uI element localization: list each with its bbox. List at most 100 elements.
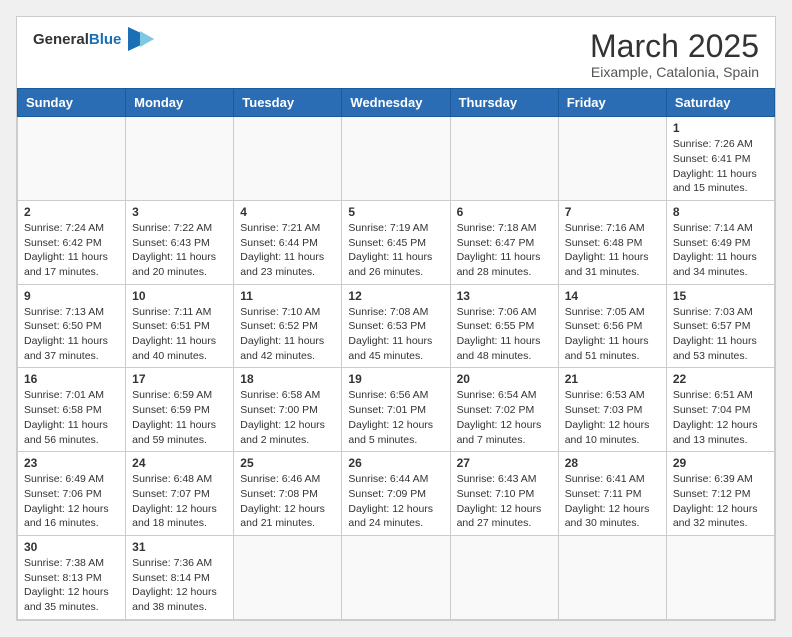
day-info: Sunrise: 7:01 AM Sunset: 6:58 PM Dayligh…: [24, 388, 119, 447]
day-info: Sunrise: 7:10 AM Sunset: 6:52 PM Dayligh…: [240, 305, 335, 364]
day-number: 29: [673, 456, 768, 470]
day-number: 11: [240, 289, 335, 303]
day-info: Sunrise: 7:36 AM Sunset: 8:14 PM Dayligh…: [132, 556, 227, 615]
day-info: Sunrise: 6:41 AM Sunset: 7:11 PM Dayligh…: [565, 472, 660, 531]
table-row: [234, 117, 342, 201]
table-row: [450, 117, 558, 201]
table-row: 2 Sunrise: 7:24 AM Sunset: 6:42 PM Daylig…: [18, 200, 126, 284]
day-info: Sunrise: 6:59 AM Sunset: 6:59 PM Dayligh…: [132, 388, 227, 447]
day-number: 12: [348, 289, 443, 303]
table-row: [450, 535, 558, 619]
day-number: 25: [240, 456, 335, 470]
day-number: 18: [240, 372, 335, 386]
page-header: GeneralBlue March 2025 Eixample, Catalon…: [17, 17, 775, 88]
day-number: 7: [565, 205, 660, 219]
day-number: 23: [24, 456, 119, 470]
day-number: 21: [565, 372, 660, 386]
table-row: [666, 535, 774, 619]
table-row: 9Sunrise: 7:13 AM Sunset: 6:50 PM Daylig…: [18, 284, 126, 368]
col-thursday: Thursday: [450, 89, 558, 117]
day-info: Sunrise: 6:53 AM Sunset: 7:03 PM Dayligh…: [565, 388, 660, 447]
day-number: 13: [457, 289, 552, 303]
table-row: [234, 535, 342, 619]
day-info: Sunrise: 6:56 AM Sunset: 7:01 PM Dayligh…: [348, 388, 443, 447]
day-number: 4: [240, 205, 335, 219]
day-info: Sunrise: 6:51 AM Sunset: 7:04 PM Dayligh…: [673, 388, 768, 447]
table-row: 26Sunrise: 6:44 AM Sunset: 7:09 PM Dayli…: [342, 452, 450, 536]
table-row: [558, 535, 666, 619]
col-saturday: Saturday: [666, 89, 774, 117]
col-sunday: Sunday: [18, 89, 126, 117]
calendar-table: Sunday Monday Tuesday Wednesday Thursday…: [17, 88, 775, 620]
calendar-page: GeneralBlue March 2025 Eixample, Catalon…: [16, 16, 776, 621]
day-number: 31: [132, 540, 227, 554]
day-number: 16: [24, 372, 119, 386]
table-row: 11 Sunrise: 7:10 AM Sunset: 6:52 PM Dayli…: [234, 284, 342, 368]
logo: GeneralBlue: [33, 29, 154, 51]
table-row: 15 Sunrise: 7:03 AM Sunset: 6:57 PM Dayli…: [666, 284, 774, 368]
table-row: 13Sunrise: 7:06 AM Sunset: 6:55 PM Dayli…: [450, 284, 558, 368]
table-row: [126, 117, 234, 201]
table-row: 14 Sunrise: 7:05 AM Sunset: 6:56 PM Dayli…: [558, 284, 666, 368]
day-info: Sunrise: 6:39 AM Sunset: 7:12 PM Dayligh…: [673, 472, 768, 531]
day-info: Sunrise: 7:16 AM Sunset: 6:48 PM Dayligh…: [565, 221, 660, 280]
table-row: [558, 117, 666, 201]
table-row: 10Sunrise: 7:11 AM Sunset: 6:51 PM Dayli…: [126, 284, 234, 368]
col-tuesday: Tuesday: [234, 89, 342, 117]
day-number: 17: [132, 372, 227, 386]
table-row: 5Sunrise: 7:19 AM Sunset: 6:45 PM Daylig…: [342, 200, 450, 284]
title-block: March 2025 Eixample, Catalonia, Spain: [590, 29, 759, 80]
day-number: 14: [565, 289, 660, 303]
table-row: 21 Sunrise: 6:53 AM Sunset: 7:03 PM Dayli…: [558, 368, 666, 452]
table-row: 3Sunrise: 7:22 AM Sunset: 6:43 PM Daylig…: [126, 200, 234, 284]
day-number: 1: [673, 121, 768, 135]
table-row: 27Sunrise: 6:43 AM Sunset: 7:10 PM Dayli…: [450, 452, 558, 536]
table-row: 6 Sunrise: 7:18 AM Sunset: 6:47 PM Daylig…: [450, 200, 558, 284]
day-info: Sunrise: 7:19 AM Sunset: 6:45 PM Dayligh…: [348, 221, 443, 280]
day-info: Sunrise: 6:44 AM Sunset: 7:09 PM Dayligh…: [348, 472, 443, 531]
table-row: 23Sunrise: 6:49 AM Sunset: 7:06 PM Dayli…: [18, 452, 126, 536]
table-row: 12 Sunrise: 7:08 AM Sunset: 6:53 PM Dayli…: [342, 284, 450, 368]
col-wednesday: Wednesday: [342, 89, 450, 117]
table-row: 8 Sunrise: 7:14 AM Sunset: 6:49 PM Daylig…: [666, 200, 774, 284]
col-friday: Friday: [558, 89, 666, 117]
day-number: 19: [348, 372, 443, 386]
calendar-body: 1Sunrise: 7:26 AM Sunset: 6:41 PM Daylig…: [18, 117, 775, 620]
day-info: Sunrise: 7:05 AM Sunset: 6:56 PM Dayligh…: [565, 305, 660, 364]
table-row: 22 Sunrise: 6:51 AM Sunset: 7:04 PM Dayli…: [666, 368, 774, 452]
day-number: 27: [457, 456, 552, 470]
day-number: 15: [673, 289, 768, 303]
logo-general: GeneralBlue: [33, 32, 121, 49]
table-row: [342, 117, 450, 201]
day-info: Sunrise: 7:03 AM Sunset: 6:57 PM Dayligh…: [673, 305, 768, 364]
day-number: 8: [673, 205, 768, 219]
table-row: 31 Sunrise: 7:36 AM Sunset: 8:14 PM Dayli…: [126, 535, 234, 619]
table-row: 24 Sunrise: 6:48 AM Sunset: 7:07 PM Dayli…: [126, 452, 234, 536]
day-info: Sunrise: 7:14 AM Sunset: 6:49 PM Dayligh…: [673, 221, 768, 280]
table-row: 1Sunrise: 7:26 AM Sunset: 6:41 PM Daylig…: [666, 117, 774, 201]
day-number: 22: [673, 372, 768, 386]
day-number: 2: [24, 205, 119, 219]
day-info: Sunrise: 7:08 AM Sunset: 6:53 PM Dayligh…: [348, 305, 443, 364]
day-number: 28: [565, 456, 660, 470]
day-info: Sunrise: 7:21 AM Sunset: 6:44 PM Dayligh…: [240, 221, 335, 280]
table-row: 30Sunrise: 7:38 AM Sunset: 8:13 PM Dayli…: [18, 535, 126, 619]
day-info: Sunrise: 6:58 AM Sunset: 7:00 PM Dayligh…: [240, 388, 335, 447]
day-number: 24: [132, 456, 227, 470]
table-row: 29 Sunrise: 6:39 AM Sunset: 7:12 PM Dayli…: [666, 452, 774, 536]
day-info: Sunrise: 7:24 AM Sunset: 6:42 PM Dayligh…: [24, 221, 119, 280]
day-info: Sunrise: 7:22 AM Sunset: 6:43 PM Dayligh…: [132, 221, 227, 280]
calendar-header-row: Sunday Monday Tuesday Wednesday Thursday…: [18, 89, 775, 117]
logo-triangle-icon: [128, 27, 154, 51]
table-row: [18, 117, 126, 201]
table-row: 20Sunrise: 6:54 AM Sunset: 7:02 PM Dayli…: [450, 368, 558, 452]
table-row: 17 Sunrise: 6:59 AM Sunset: 6:59 PM Dayli…: [126, 368, 234, 452]
table-row: 4 Sunrise: 7:21 AM Sunset: 6:44 PM Daylig…: [234, 200, 342, 284]
day-info: Sunrise: 6:54 AM Sunset: 7:02 PM Dayligh…: [457, 388, 552, 447]
day-info: Sunrise: 7:18 AM Sunset: 6:47 PM Dayligh…: [457, 221, 552, 280]
month-title: March 2025: [590, 29, 759, 64]
day-number: 6: [457, 205, 552, 219]
day-info: Sunrise: 6:48 AM Sunset: 7:07 PM Dayligh…: [132, 472, 227, 531]
table-row: 7 Sunrise: 7:16 AM Sunset: 6:48 PM Daylig…: [558, 200, 666, 284]
day-info: Sunrise: 6:46 AM Sunset: 7:08 PM Dayligh…: [240, 472, 335, 531]
